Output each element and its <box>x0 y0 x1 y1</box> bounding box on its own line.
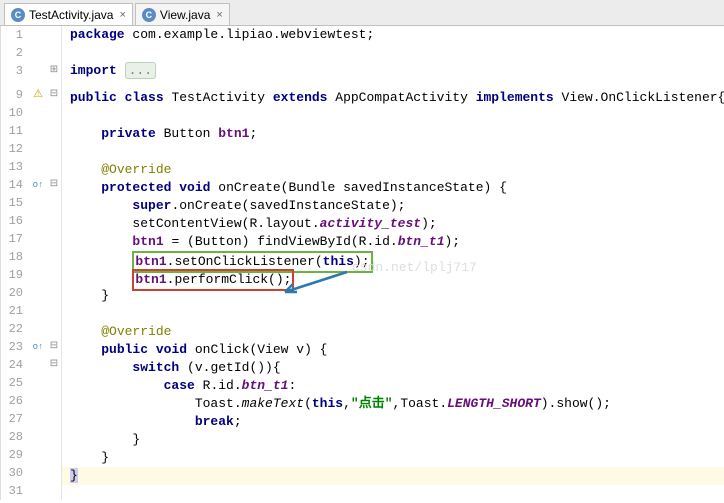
line-number: 13 <box>1 158 29 176</box>
tab-label: View.java <box>160 8 210 22</box>
line-number: 16 <box>1 212 29 230</box>
line-number: 19 <box>1 266 29 284</box>
code-line[interactable]: public void onClick(View v) { <box>62 341 724 359</box>
code-line[interactable]: private Button btn1; <box>62 125 724 143</box>
line-number: 27 <box>1 410 29 428</box>
code-line[interactable] <box>62 44 724 62</box>
fold-toggle[interactable] <box>47 26 61 44</box>
line-number: 18 <box>1 248 29 266</box>
line-number: 12 <box>1 140 29 158</box>
editor: 1 2 3⊞ 9⚠⊟ 10 11 12 13 14o↑⊟ 15 16 17 18… <box>0 26 724 500</box>
code-line-cursor[interactable]: } <box>62 467 724 485</box>
gutter-icon <box>29 26 47 44</box>
tab-label: TestActivity.java <box>29 8 113 22</box>
code-line[interactable]: super.onCreate(savedInstanceState); <box>62 197 724 215</box>
line-number: 2 <box>1 44 29 62</box>
tab-test-activity[interactable]: C TestActivity.java × <box>4 3 133 25</box>
close-icon[interactable]: × <box>216 9 222 21</box>
tab-bar: C TestActivity.java × C View.java × <box>0 0 724 26</box>
folded-imports[interactable]: ... <box>125 62 156 79</box>
warning-icon[interactable]: ⚠ <box>29 86 47 104</box>
line-number: 28 <box>1 428 29 446</box>
line-number: 31 <box>1 482 29 500</box>
fold-expand-icon[interactable]: ⊞ <box>47 62 61 80</box>
line-number: 1 <box>1 26 29 44</box>
code-line[interactable]: import ... <box>62 62 724 80</box>
code-line[interactable]: package com.example.lipiao.webviewtest; <box>62 26 724 44</box>
code-line[interactable]: public class TestActivity extends AppCom… <box>62 89 724 107</box>
line-number: 24 <box>1 356 29 374</box>
line-number: 20 <box>1 284 29 302</box>
code-line[interactable]: } <box>62 431 724 449</box>
line-number: 26 <box>1 392 29 410</box>
line-number: 22 <box>1 320 29 338</box>
fold-collapse-icon[interactable]: ⊟ <box>47 356 61 374</box>
line-number: 17 <box>1 230 29 248</box>
annotation-box-red: btn1.performClick(); <box>132 269 294 291</box>
gutter: 1 2 3⊞ 9⚠⊟ 10 11 12 13 14o↑⊟ 15 16 17 18… <box>1 26 62 500</box>
line-number: 25 <box>1 374 29 392</box>
code-editor[interactable]: csdn.net/lplj717 package com.example.lip… <box>62 26 724 500</box>
code-line[interactable]: } <box>62 449 724 467</box>
line-number: 11 <box>1 122 29 140</box>
override-icon[interactable]: o↑ <box>29 338 47 356</box>
line-number: 29 <box>1 446 29 464</box>
code-line[interactable]: @Override <box>62 323 724 341</box>
code-line[interactable]: protected void onCreate(Bundle savedInst… <box>62 179 724 197</box>
code-line[interactable]: @Override <box>62 161 724 179</box>
close-icon[interactable]: × <box>119 9 125 21</box>
code-line[interactable] <box>62 485 724 503</box>
fold-collapse-icon[interactable]: ⊟ <box>47 338 61 356</box>
line-number: 23 <box>1 338 29 356</box>
code-line[interactable]: Toast.makeText(this,"点击",Toast.LENGTH_SH… <box>62 395 724 413</box>
code-line[interactable]: break; <box>62 413 724 431</box>
line-number: 21 <box>1 302 29 320</box>
line-number: 10 <box>1 104 29 122</box>
code-line[interactable] <box>62 80 724 89</box>
line-number: 9 <box>1 86 29 104</box>
code-line[interactable]: btn1 = (Button) findViewById(R.id.btn_t1… <box>62 233 724 251</box>
tab-view-java[interactable]: C View.java × <box>135 3 230 25</box>
line-number: 14 <box>1 176 29 194</box>
fold-collapse-icon[interactable]: ⊟ <box>47 86 61 104</box>
code-line[interactable]: switch (v.getId()){ <box>62 359 724 377</box>
code-line[interactable]: setContentView(R.layout.activity_test); <box>62 215 724 233</box>
line-number: 3 <box>1 62 29 80</box>
code-line[interactable] <box>62 107 724 125</box>
code-line[interactable]: btn1.setOnClickListener(this); <box>62 251 724 269</box>
code-line[interactable]: btn1.performClick(); <box>62 269 724 287</box>
override-icon[interactable]: o↑ <box>29 176 47 194</box>
code-line[interactable] <box>62 305 724 323</box>
java-class-icon: C <box>142 8 156 22</box>
code-line[interactable] <box>62 143 724 161</box>
line-number: 30 <box>1 464 29 482</box>
line-number: 15 <box>1 194 29 212</box>
java-class-icon: C <box>11 8 25 22</box>
code-line[interactable]: case R.id.btn_t1: <box>62 377 724 395</box>
fold-collapse-icon[interactable]: ⊟ <box>47 176 61 194</box>
